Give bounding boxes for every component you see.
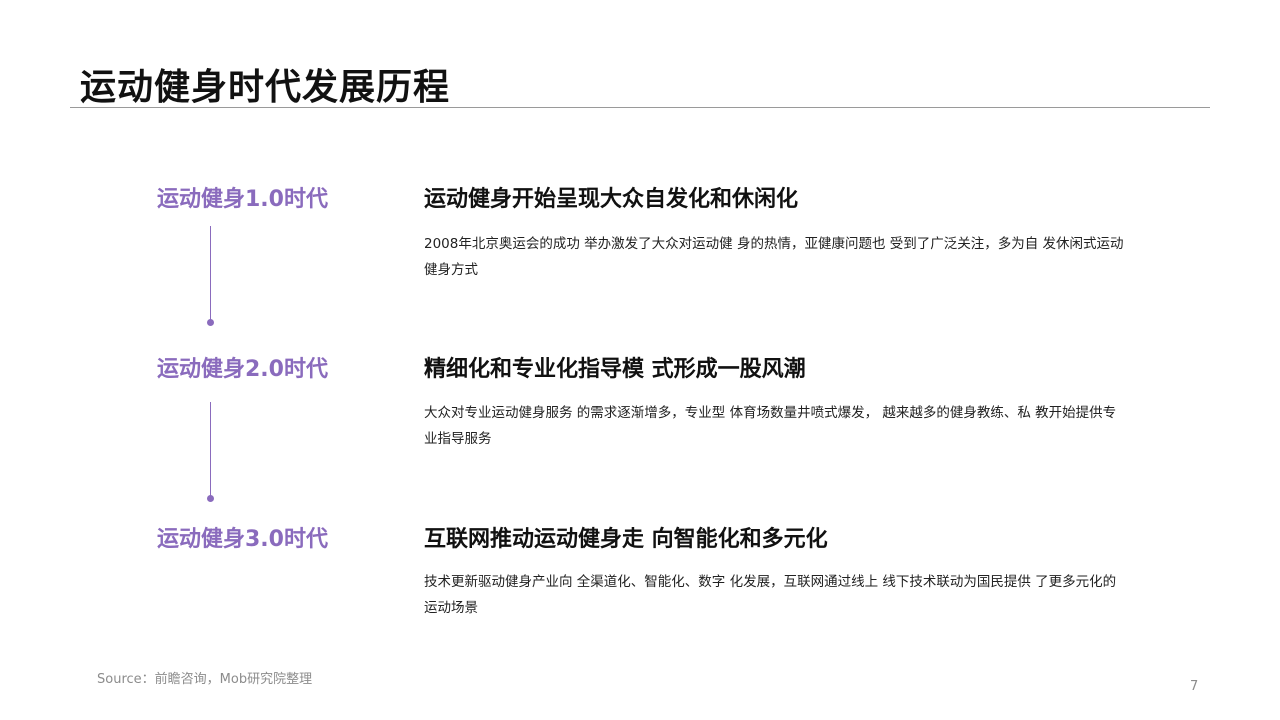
timeline-connector-2 — [210, 402, 211, 498]
page-title: 运动健身时代发展历程 — [80, 67, 451, 108]
era-heading-2: 精细化和专业化指导模 式形成一股风潮 — [424, 357, 806, 382]
era-label-2: 运动健身2.0时代 — [157, 357, 328, 382]
source-note: Source：前瞻咨询，Mob研究院整理 — [97, 672, 313, 687]
era-label-1: 运动健身1.0时代 — [157, 187, 328, 212]
era-label-3: 运动健身3.0时代 — [157, 527, 328, 552]
page-number: 7 — [1190, 679, 1199, 694]
era-description-2: 大众对专业运动健身服务 的需求逐渐增多，专业型 体育场数量井喷式爆发， 越来越多… — [424, 405, 1117, 447]
timeline-connector-1 — [210, 226, 211, 322]
era-heading-3: 互联网推动运动健身走 向智能化和多元化 — [424, 527, 828, 552]
timeline-dot-1 — [207, 319, 214, 326]
timeline-dot-2 — [207, 495, 214, 502]
era-heading-1: 运动健身开始呈现大众自发化和休闲化 — [424, 187, 799, 212]
title-divider — [70, 107, 1210, 108]
era-description-1: 2008年北京奥运会的成功 举办激发了大众对运动健 身的热情，亚健康问题也 受到… — [424, 236, 1124, 278]
era-description-3: 技术更新驱动健身产业向 全渠道化、智能化、数字 化发展，互联网通过线上 线下技术… — [424, 574, 1117, 616]
